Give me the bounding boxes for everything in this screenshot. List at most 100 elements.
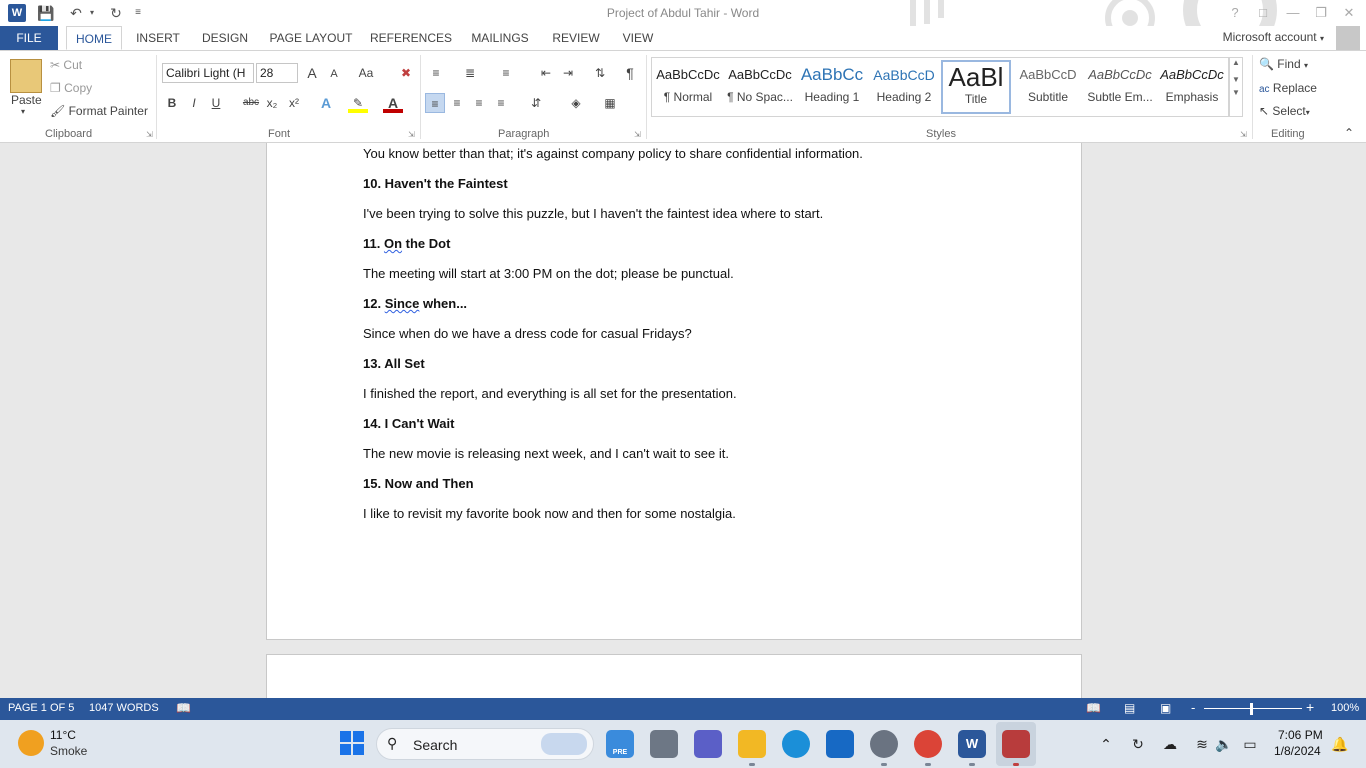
read-mode-icon[interactable]: 📖 [1086,701,1101,715]
styles-scrollbar[interactable]: ▲ ▼ ▼ [1229,57,1243,117]
highlight-icon[interactable]: ✎ [348,93,368,113]
clock-date[interactable]: 1/8/2024 [1274,744,1321,758]
sort-icon[interactable]: ⇅ [590,63,610,83]
tab-home[interactable]: HOME [66,26,122,50]
scroll-up-icon[interactable]: ▲ [1230,58,1242,67]
style-subtle-emphasis[interactable]: AaBbCcDc Subtle Em... [1085,60,1155,114]
show-formatting-icon[interactable]: ¶ [620,63,640,83]
numbering-icon[interactable]: ≣ [460,63,480,83]
paragraph[interactable]: I finished the report, and everything is… [363,386,737,401]
subscript-button[interactable]: x₂ [262,93,282,113]
word-count[interactable]: 1047 WORDS [89,702,159,714]
tab-references[interactable]: REFERENCES [370,26,452,50]
page-count[interactable]: PAGE 1 OF 5 [8,702,74,714]
document-page-next[interactable] [266,654,1082,698]
account-button[interactable]: Microsoft account ▾ [1223,30,1324,44]
shrink-font-icon[interactable]: A [324,64,344,84]
clock-time[interactable]: 7:06 PM [1278,728,1323,742]
style-heading-2[interactable]: AaBbCcD Heading 2 [869,60,939,114]
font-launcher-icon[interactable]: ⇲ [408,130,415,139]
heading[interactable]: 14. I Can't Wait [363,416,454,431]
styles-launcher-icon[interactable]: ⇲ [1240,130,1247,139]
heading[interactable]: 11. On the Dot [363,236,450,251]
heading[interactable]: 12. Since when... [363,296,467,311]
spelling-flagged-word[interactable]: On [384,236,402,251]
style-normal[interactable]: AaBbCcDc ¶ Normal [653,60,723,114]
settings-gear-icon[interactable] [870,730,898,758]
find-button[interactable]: 🔍 Find ▾ [1259,57,1308,71]
italic-button[interactable]: I [184,93,204,113]
clear-formatting-icon[interactable]: ✖ [396,63,416,83]
line-spacing-icon[interactable]: ⇵ [526,93,546,113]
print-layout-icon[interactable]: ▤ [1124,701,1135,715]
shading-icon[interactable]: ◈ [566,93,586,113]
tab-page-layout[interactable]: PAGE LAYOUT [266,26,356,50]
select-button[interactable]: ↖ Select▾ [1259,104,1310,118]
paragraph[interactable]: The meeting will start at 3:00 PM on the… [363,266,734,281]
copy-button[interactable]: ❐ Copy [50,81,92,95]
style-heading-1[interactable]: AaBbCc Heading 1 [797,60,867,114]
tab-file[interactable]: FILE [0,26,58,50]
paragraph[interactable]: Since when do we have a dress code for c… [363,326,692,341]
clipboard-launcher-icon[interactable]: ⇲ [146,130,153,139]
web-layout-icon[interactable]: ▣ [1160,701,1171,715]
paragraph[interactable]: I like to revisit my favorite book now a… [363,506,736,521]
more-styles-icon[interactable]: ▼ [1230,88,1242,97]
decrease-indent-icon[interactable]: ⇤ [536,63,556,83]
store-icon[interactable] [826,730,854,758]
style-title[interactable]: AaBl Title [941,60,1011,114]
wifi-icon[interactable]: ≋ [1192,734,1212,754]
minimize-icon[interactable]: — [1282,3,1304,23]
zoom-level[interactable]: 100% [1331,702,1359,714]
multilevel-list-icon[interactable]: ≡ [496,63,516,83]
snipping-tool-icon[interactable] [1002,730,1030,758]
paragraph[interactable]: The new movie is releasing next week, an… [363,446,729,461]
font-name-box[interactable]: Calibri Light (H [162,63,254,83]
close-icon[interactable]: ✕ [1338,3,1360,23]
paste-button[interactable]: Paste [11,93,42,107]
align-right-icon[interactable]: ≡ [469,93,489,113]
align-left-icon[interactable]: ≡ [425,93,445,113]
align-center-icon[interactable]: ≡ [447,93,467,113]
weather-sun-icon[interactable] [18,730,44,756]
volume-icon[interactable]: 🔈 [1214,734,1234,754]
restore-icon[interactable]: ❐ [1310,3,1332,23]
font-color-icon[interactable]: A [383,93,403,113]
chrome-icon[interactable] [914,730,942,758]
cut-button[interactable]: ✂ Cut [50,58,82,72]
tab-view[interactable]: VIEW [618,26,658,50]
change-case-button[interactable]: Aa [352,63,380,83]
zoom-in-button[interactable]: + [1306,699,1314,715]
collapse-ribbon-icon[interactable]: ⌃ [1344,126,1354,140]
weather-temp[interactable]: 11°C [50,728,76,742]
tab-mailings[interactable]: MAILINGS [464,26,536,50]
paragraph[interactable]: You know better than that; it's against … [363,146,863,161]
document-area[interactable]: You know better than that; it's against … [0,143,1366,698]
underline-button[interactable]: U [206,93,226,113]
style-subtitle[interactable]: AaBbCcD Subtitle [1013,60,1083,114]
style-no-spacing[interactable]: AaBbCcDc ¶ No Spac... [725,60,795,114]
help-icon[interactable]: ? [1224,3,1246,23]
text-effects-icon[interactable]: A [316,93,336,113]
avatar[interactable] [1336,26,1360,50]
word-taskbar-icon[interactable]: W [958,730,986,758]
zoom-slider[interactable] [1204,708,1302,709]
tab-insert[interactable]: INSERT [132,26,184,50]
notification-bell-icon[interactable]: 🔔 [1330,734,1350,754]
justify-icon[interactable]: ≡ [491,93,511,113]
onedrive-cloud-icon[interactable]: ☁ [1160,734,1180,754]
strikethrough-button[interactable]: abc [241,93,261,113]
chevron-up-icon[interactable]: ⌃ [1096,734,1116,754]
bold-button[interactable]: B [162,93,182,113]
tab-review[interactable]: REVIEW [548,26,604,50]
weather-condition[interactable]: Smoke [50,744,87,758]
start-icon[interactable] [338,730,366,758]
grow-font-icon[interactable]: A [302,63,322,83]
format-painter-button[interactable]: 🖌 Format Painter [50,104,148,118]
style-emphasis[interactable]: AaBbCcDc Emphasis [1157,60,1227,114]
taskbar-search[interactable]: ⚲ Search [376,728,594,760]
heading[interactable]: 15. Now and Then [363,476,474,491]
document-page[interactable]: You know better than that; it's against … [266,143,1082,640]
font-size-box[interactable]: 28 [256,63,298,83]
paragraph[interactable]: I've been trying to solve this puzzle, b… [363,206,823,221]
